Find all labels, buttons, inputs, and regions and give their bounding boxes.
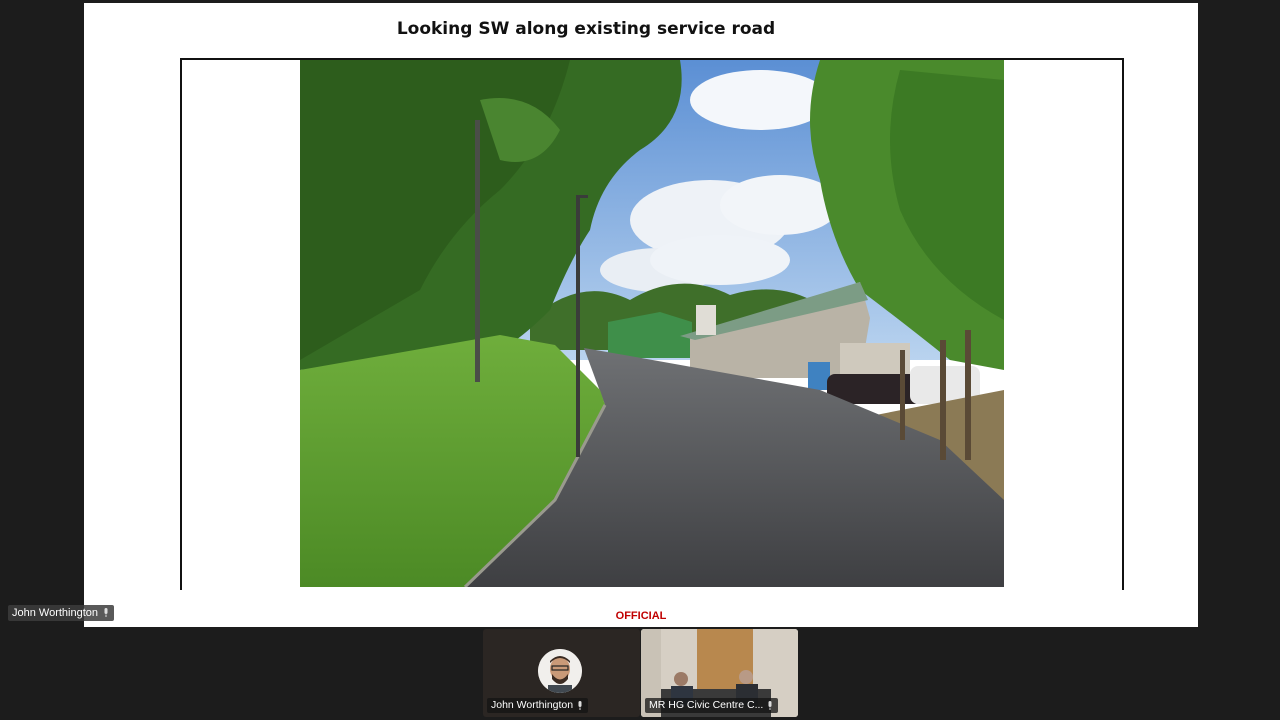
mic-icon <box>768 700 772 710</box>
slide-title: Looking SW along existing service road <box>396 19 776 39</box>
participant-name: MR HG Civic Centre C... <box>649 699 764 711</box>
speaker-name: John Worthington <box>12 607 99 619</box>
mic-icon <box>104 608 108 617</box>
shared-screen: Looking SW along existing service road O… <box>84 3 1198 627</box>
participant-label: John Worthington <box>487 698 589 713</box>
classification-label: OFFICIAL <box>615 610 667 622</box>
slide-photo <box>300 60 1004 587</box>
participant-tile[interactable]: MR HG Civic Centre C... <box>641 629 798 717</box>
participant-tile[interactable]: John Worthington <box>483 629 640 717</box>
active-speaker-tag: John Worthington <box>8 605 115 621</box>
participant-name: John Worthington <box>491 699 574 711</box>
avatar <box>538 649 582 693</box>
participant-label: MR HG Civic Centre C... <box>645 698 779 713</box>
mic-icon <box>578 700 582 710</box>
